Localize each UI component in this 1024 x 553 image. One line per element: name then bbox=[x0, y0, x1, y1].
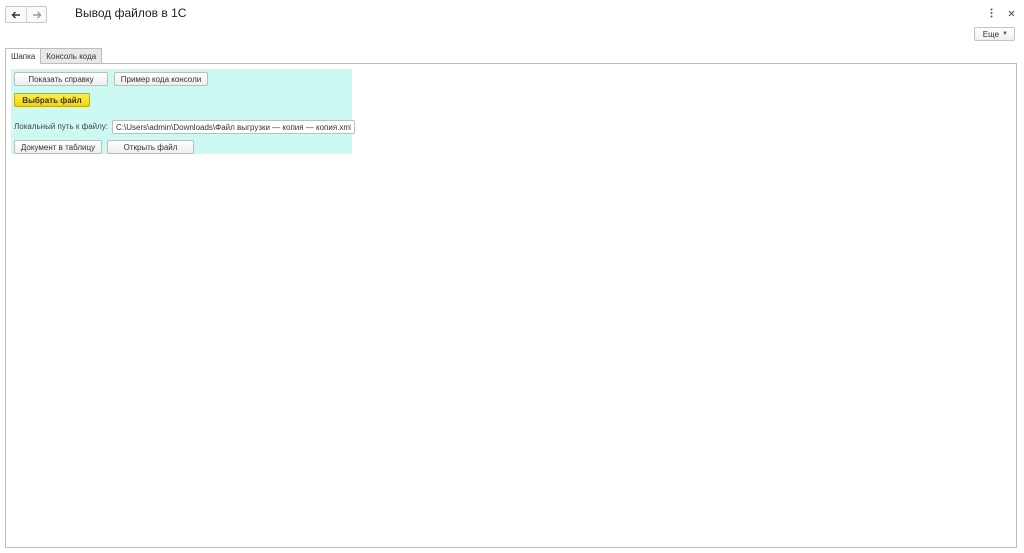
more-vertical-icon[interactable] bbox=[986, 7, 996, 19]
open-file-button[interactable]: Открыть файл bbox=[107, 140, 194, 154]
arrow-left-icon bbox=[11, 11, 20, 18]
tab-code-console[interactable]: Консоль кода bbox=[41, 48, 103, 63]
back-button[interactable] bbox=[6, 7, 26, 22]
more-button[interactable]: Еще ▼ bbox=[973, 27, 1015, 41]
close-icon[interactable] bbox=[1006, 7, 1016, 19]
forward-button[interactable] bbox=[26, 7, 46, 22]
page-title: Вывод файлов в 1С bbox=[75, 6, 187, 20]
window-controls bbox=[986, 7, 1016, 19]
console-example-button[interactable]: Пример кода консоли bbox=[114, 72, 208, 86]
doc-to-table-button[interactable]: Документ в таблицу bbox=[14, 140, 102, 154]
more-button-label: Еще bbox=[982, 29, 1000, 39]
choose-file-button[interactable]: Выбрать файл bbox=[14, 93, 90, 107]
local-path-label: Локальный путь к файлу: bbox=[14, 122, 109, 131]
show-help-button[interactable]: Показать справку bbox=[14, 72, 108, 86]
tab-bar: Шапка Консоль кода bbox=[5, 48, 103, 64]
form-group: Показать справку Пример кода консоли Выб… bbox=[11, 69, 355, 154]
app-window: Вывод файлов в 1С Еще ▼ Шапка Консоль ко… bbox=[0, 0, 1024, 553]
navigation-buttons bbox=[5, 6, 47, 23]
chevron-down-icon: ▼ bbox=[1002, 31, 1008, 37]
arrow-right-icon bbox=[32, 11, 41, 18]
local-path-input[interactable] bbox=[112, 120, 355, 134]
tab-content: Показать справку Пример кода консоли Выб… bbox=[5, 63, 1017, 548]
tab-header[interactable]: Шапка bbox=[5, 48, 42, 64]
